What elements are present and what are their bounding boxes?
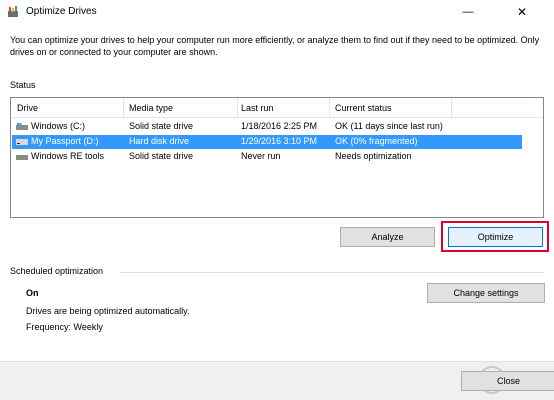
column-divider[interactable]: [451, 98, 452, 118]
title-bar: Optimize Drives — ✕: [0, 0, 554, 24]
column-header-current-status[interactable]: Current status: [335, 103, 392, 113]
media-type: Solid state drive: [129, 121, 194, 131]
media-type: Hard disk drive: [129, 136, 190, 146]
last-run: Never run: [241, 151, 281, 161]
schedule-state: On: [26, 288, 39, 298]
scheduled-optimization-label: Scheduled optimization: [10, 266, 104, 276]
analyze-button[interactable]: Analyze: [340, 227, 435, 247]
last-run: 1/29/2016 3:10 PM: [241, 136, 318, 146]
close-window-button[interactable]: ✕: [506, 0, 538, 24]
external-drive-icon: [16, 139, 28, 145]
close-icon: ✕: [516, 5, 528, 19]
minimize-button[interactable]: —: [452, 0, 484, 24]
windows-drive-icon: [16, 123, 28, 130]
drive-name: Windows RE tools: [31, 151, 105, 161]
current-status: OK (11 days since last run): [335, 121, 443, 131]
column-divider[interactable]: [237, 98, 238, 118]
column-divider[interactable]: [329, 98, 330, 118]
list-header: Drive Media type Last run Current status: [11, 98, 543, 118]
drive-name: Windows (C:): [31, 121, 86, 131]
column-header-media-type[interactable]: Media type: [129, 103, 173, 113]
current-status: OK (0% fragmented): [335, 136, 418, 146]
status-section-label: Status: [10, 80, 36, 90]
intro-description: You can optimize your drives to help you…: [10, 35, 540, 57]
current-status: Needs optimization: [335, 151, 412, 161]
column-header-last-run[interactable]: Last run: [241, 103, 274, 113]
close-button[interactable]: Close: [461, 371, 554, 391]
table-row[interactable]: Windows RE tools Solid state drive Never…: [12, 150, 522, 164]
optimize-drives-app-icon: [8, 6, 18, 17]
column-divider[interactable]: [123, 98, 124, 118]
drives-list[interactable]: Drive Media type Last run Current status…: [10, 97, 544, 218]
drive-name: My Passport (D:): [31, 136, 99, 146]
drive-icon: [16, 155, 28, 160]
change-settings-button[interactable]: Change settings: [427, 283, 545, 303]
table-row[interactable]: My Passport (D:) Hard disk drive 1/29/20…: [12, 135, 522, 149]
schedule-frequency: Frequency: Weekly: [26, 322, 103, 332]
column-header-drive[interactable]: Drive: [17, 103, 38, 113]
minimize-icon: —: [462, 6, 474, 18]
window-title: Optimize Drives: [26, 6, 97, 17]
last-run: 1/18/2016 2:25 PM: [241, 121, 318, 131]
schedule-description: Drives are being optimized automatically…: [26, 306, 190, 316]
table-row[interactable]: Windows (C:) Solid state drive 1/18/2016…: [12, 120, 522, 134]
section-divider: [120, 272, 544, 273]
media-type: Solid state drive: [129, 151, 194, 161]
optimize-button[interactable]: Optimize: [448, 227, 543, 247]
